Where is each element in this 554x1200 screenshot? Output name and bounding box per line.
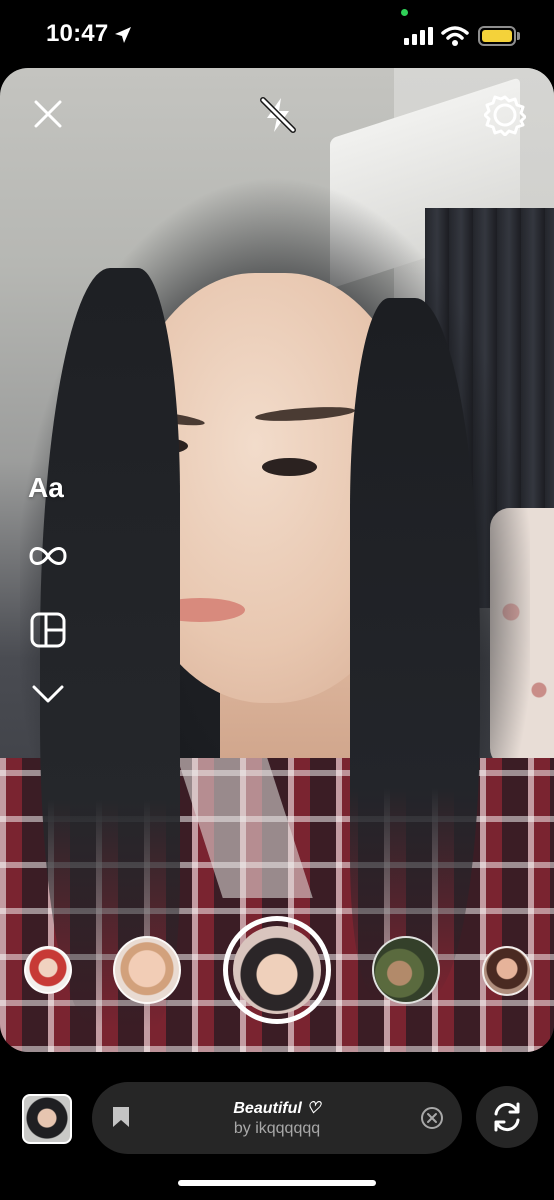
camera-viewfinder[interactable]: Aa <box>0 68 554 1052</box>
status-time: 10:47 <box>46 20 109 47</box>
bottom-bar: Beautiful ♡ by ikqqqqqq <box>0 1052 554 1200</box>
camera-top-controls <box>0 68 554 168</box>
close-circle-icon[interactable] <box>420 1106 444 1130</box>
effects-carousel <box>0 916 554 1036</box>
gallery-thumbnail[interactable] <box>22 1094 72 1144</box>
create-text-tool[interactable]: Aa <box>28 472 64 504</box>
selected-effect-preview <box>233 926 321 1014</box>
infinity-icon[interactable] <box>28 544 68 568</box>
battery-icon <box>478 26 516 46</box>
subject-right-eye <box>262 458 317 476</box>
subject-hair-left <box>40 268 180 1028</box>
cellular-signal-icon <box>404 27 433 45</box>
wifi-icon <box>441 26 469 46</box>
status-bar: 10:47 <box>0 0 554 68</box>
flash-off-icon[interactable] <box>257 94 299 136</box>
effect-thumb-1[interactable] <box>24 946 72 994</box>
effect-thumb-2[interactable] <box>113 936 181 1004</box>
home-indicator[interactable] <box>178 1180 376 1186</box>
battery-tip <box>517 32 520 40</box>
location-arrow-icon <box>115 27 131 43</box>
chevron-down-icon[interactable] <box>32 684 64 704</box>
privacy-indicator <box>401 9 408 16</box>
shutter-button[interactable] <box>223 916 331 1024</box>
effect-thumb-4[interactable] <box>372 936 440 1004</box>
effect-author: by ikqqqqqq <box>233 1120 321 1137</box>
subject-hair-right <box>350 298 480 998</box>
effect-thumb-5[interactable] <box>482 946 532 996</box>
gear-icon[interactable] <box>484 94 526 136</box>
layout-grid-icon[interactable] <box>30 612 66 648</box>
flip-camera-button[interactable] <box>476 1086 538 1148</box>
effect-info-pill[interactable]: Beautiful ♡ by ikqqqqqq <box>92 1082 462 1154</box>
effect-name: Beautiful ♡ <box>233 1100 321 1117</box>
flip-camera-icon <box>494 1102 520 1132</box>
battery-level <box>482 30 512 42</box>
close-icon[interactable] <box>30 96 66 132</box>
